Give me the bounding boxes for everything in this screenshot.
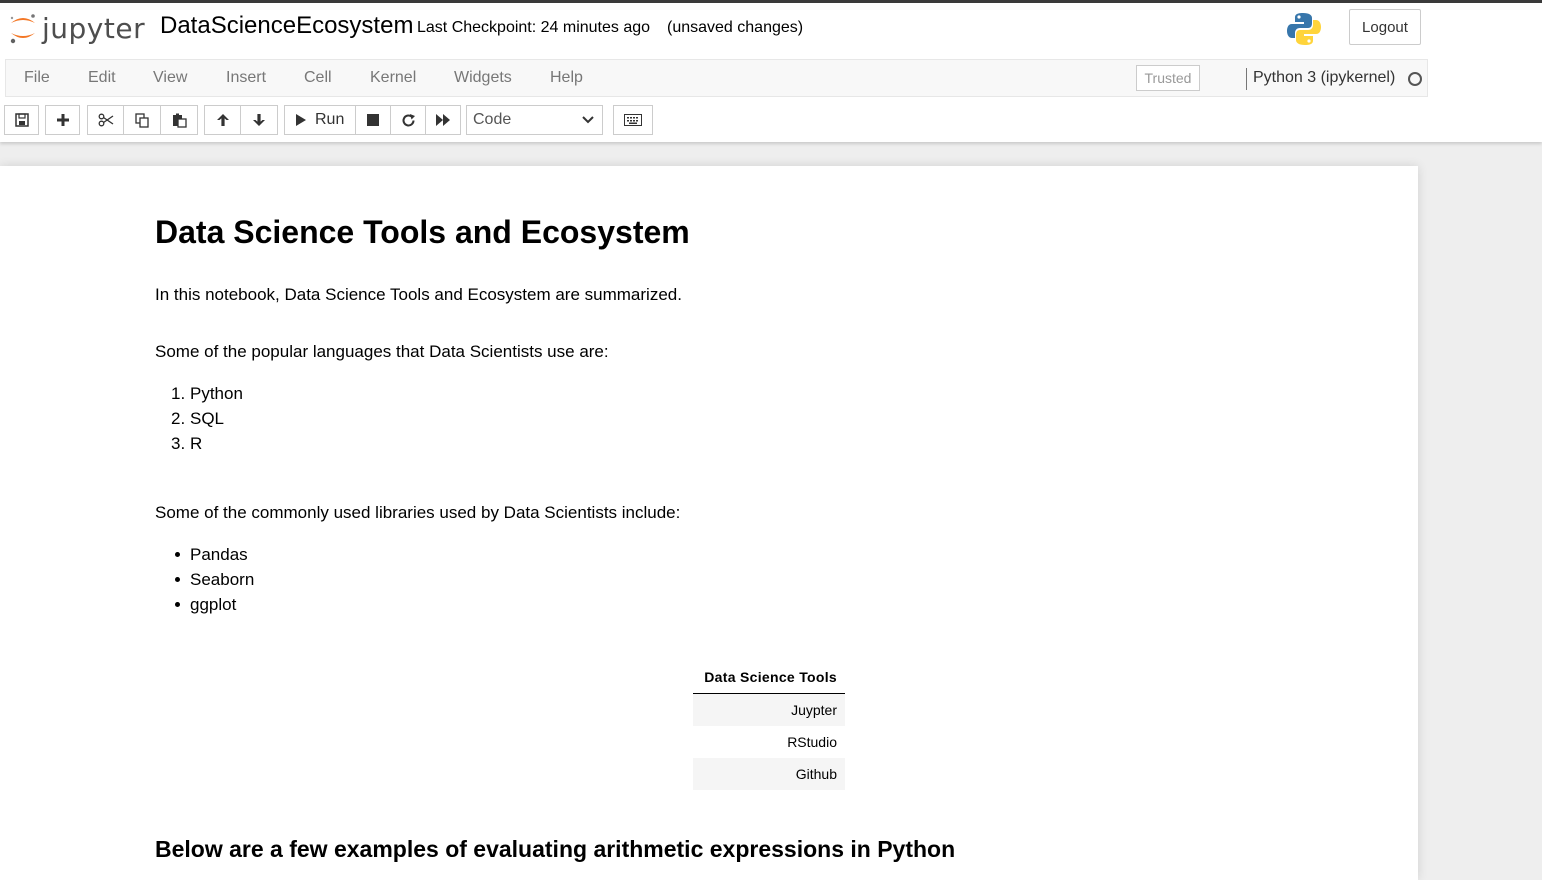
- chevron-down-icon: [582, 116, 594, 124]
- run-label: Run: [315, 111, 345, 128]
- list-item: ggplot: [175, 592, 254, 617]
- move-up-button[interactable]: [204, 105, 241, 135]
- kernel-divider: [1246, 68, 1247, 90]
- bullet-icon: [175, 602, 180, 607]
- save-icon: [14, 113, 29, 127]
- save-button[interactable]: [4, 105, 39, 135]
- libraries-list: Pandas Seaborn ggplot: [175, 542, 255, 617]
- languages-list: 1. Python 2. SQL 3. R: [171, 381, 243, 456]
- table-row: Juypter: [693, 694, 845, 726]
- scissors-icon: [98, 113, 113, 127]
- interrupt-button[interactable]: [355, 105, 391, 135]
- bullet-icon: [175, 552, 180, 557]
- checkpoint-status: Last Checkpoint: 24 minutes ago: [417, 19, 651, 36]
- cell-type-value: Code: [473, 111, 512, 128]
- table-row: Github: [693, 758, 845, 790]
- jupyter-logo[interactable]: jupyter: [8, 10, 145, 46]
- menu-kernel[interactable]: Kernel: [370, 69, 416, 87]
- play-icon: [296, 114, 306, 126]
- autosave-status: (unsaved changes): [667, 19, 804, 36]
- language-item: Python: [190, 384, 243, 403]
- list-item: Pandas: [175, 542, 254, 567]
- library-item: Seaborn: [190, 570, 255, 589]
- language-item: R: [190, 434, 203, 453]
- list-item: 3. R: [171, 431, 243, 456]
- menu-file[interactable]: File: [24, 69, 50, 87]
- insert-cell-button[interactable]: [45, 105, 80, 135]
- restart-run-all-button[interactable]: [425, 105, 461, 135]
- arithmetic-heading: Below are a few examples of evaluating a…: [155, 836, 956, 862]
- intro-text: In this notebook, Data Science Tools and…: [155, 285, 682, 304]
- menu-bar: File Edit View Insert Cell Kernel Widget…: [5, 59, 1428, 97]
- bullet-icon: [175, 577, 180, 582]
- table-header: Data Science Tools: [693, 662, 845, 694]
- paste-icon: [172, 113, 187, 128]
- copy-button[interactable]: [123, 105, 161, 135]
- restart-button[interactable]: [390, 105, 426, 135]
- menu-view[interactable]: View: [153, 69, 187, 87]
- list-number: 3.: [171, 434, 186, 453]
- jupyter-wordmark: jupyter: [42, 11, 146, 45]
- run-button[interactable]: Run: [284, 105, 356, 135]
- cut-button[interactable]: [87, 105, 124, 135]
- menu-cell[interactable]: Cell: [304, 69, 332, 87]
- notebook-header: jupyter DataScienceEcosystem Last Checkp…: [0, 0, 1542, 142]
- cell-type-select[interactable]: Code: [466, 105, 603, 135]
- restart-icon: [402, 113, 415, 126]
- python-logo-icon: [1287, 13, 1321, 45]
- arrow-down-icon: [253, 114, 265, 126]
- menu-widgets[interactable]: Widgets: [454, 69, 512, 87]
- keyboard-icon: [624, 114, 642, 126]
- kernel-name[interactable]: Python 3 (ipykernel): [1253, 69, 1395, 87]
- list-item: 2. SQL: [171, 406, 243, 431]
- logout-button[interactable]: Logout: [1349, 9, 1421, 45]
- language-item: SQL: [190, 409, 225, 428]
- plus-icon: [56, 114, 69, 126]
- library-item: Pandas: [190, 545, 248, 564]
- paste-button[interactable]: [160, 105, 198, 135]
- list-number: 2.: [171, 409, 186, 428]
- kernel-idle-indicator-icon: [1408, 72, 1422, 86]
- list-number: 1.: [171, 384, 186, 403]
- jupyter-logo-icon: [10, 14, 35, 44]
- notebook-page: Data Science Tools and Ecosystem In this…: [0, 166, 1418, 880]
- arrow-up-icon: [216, 114, 229, 126]
- stop-icon: [367, 114, 379, 126]
- menu-insert[interactable]: Insert: [226, 69, 266, 87]
- table-row: RStudio: [787, 734, 837, 750]
- tools-table: Data Science Tools Juypter RStudio Githu…: [693, 662, 845, 790]
- list-item: 1. Python: [171, 381, 243, 406]
- languages-intro: Some of the popular languages that Data …: [155, 342, 609, 361]
- menu-edit[interactable]: Edit: [88, 69, 116, 87]
- menu-help[interactable]: Help: [550, 69, 583, 87]
- notebook-heading: Data Science Tools and Ecosystem: [155, 214, 690, 250]
- fast-forward-icon: [436, 114, 450, 126]
- library-item: ggplot: [190, 595, 237, 614]
- command-palette-button[interactable]: [613, 105, 653, 135]
- copy-icon: [134, 112, 149, 128]
- top-border: [0, 0, 1542, 3]
- libraries-intro: Some of the commonly used libraries used…: [155, 503, 681, 522]
- move-down-button[interactable]: [240, 105, 278, 135]
- notebook-title[interactable]: DataScienceEcosystem: [160, 12, 413, 40]
- trusted-indicator[interactable]: Trusted: [1136, 65, 1200, 91]
- list-item: Seaborn: [175, 567, 255, 592]
